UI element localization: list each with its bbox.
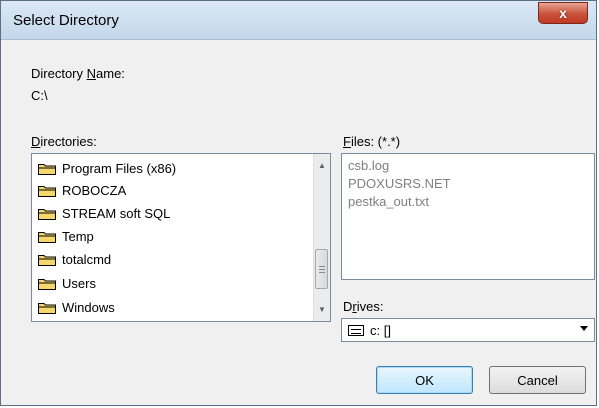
folder-icon [38,253,56,266]
list-item[interactable]: csb.log [348,158,389,173]
scrollbar-thumb[interactable] [315,249,328,289]
folder-icon [38,162,56,175]
ok-button[interactable]: OK [376,366,473,394]
drives-label: Drives: [343,299,384,314]
directory-name-value: C:\ [31,88,48,103]
drives-selected-value: c: [] [370,323,391,338]
folder-icon [38,301,56,314]
window-title: Select Directory [13,12,119,29]
directories-scrollbar[interactable]: ▲ ▼ [313,154,330,321]
list-item[interactable]: Users [38,272,96,294]
select-directory-dialog: Select Directory x Directory Name: C:\ D… [0,0,597,406]
cancel-button[interactable]: Cancel [489,366,586,394]
directories-list[interactable]: Program Files (x86) ROBOCZA STREAM soft … [31,153,331,322]
list-item[interactable]: ROBOCZA [38,179,126,201]
list-item[interactable]: PDOXUSRS.NET [348,176,451,191]
folder-icon [38,277,56,290]
list-item[interactable]: Windows [38,296,115,318]
list-item[interactable]: Program Files (x86) [38,157,176,179]
dialog-body: Directory Name: C:\ Directories: Program… [9,40,595,400]
folder-icon [38,184,56,197]
directories-label: Directories: [31,134,97,149]
drive-icon [348,325,364,336]
close-icon: x [559,5,567,21]
files-label: Files: (*.*) [343,134,401,149]
list-item[interactable]: totalcmd [38,248,111,270]
close-button[interactable]: x [538,2,588,24]
list-item[interactable]: STREAM soft SQL [38,202,170,224]
list-item[interactable]: Temp [38,225,94,247]
folder-icon [38,207,56,220]
directory-name-label: Directory Name: [31,66,125,81]
drives-dropdown[interactable]: c: [] [341,318,595,342]
folder-icon [38,230,56,243]
scroll-down-arrow-icon[interactable]: ▼ [314,301,330,318]
scroll-up-arrow-icon[interactable]: ▲ [314,157,330,174]
files-list[interactable]: csb.log PDOXUSRS.NET pestka_out.txt [341,153,595,280]
chevron-down-icon[interactable] [580,326,588,331]
list-item[interactable]: pestka_out.txt [348,194,429,209]
title-bar[interactable]: Select Directory x [1,1,596,40]
